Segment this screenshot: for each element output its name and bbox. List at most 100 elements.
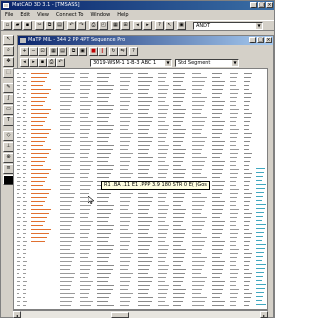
next-icon[interactable]: ▸ <box>29 58 38 67</box>
track-line <box>158 129 168 130</box>
doc-close-button[interactable]: × <box>265 37 272 43</box>
track-line <box>120 273 133 274</box>
track-line <box>23 241 27 242</box>
table-icon[interactable]: ▤ <box>58 47 67 56</box>
zoom-tool-icon[interactable]: ⌕ <box>3 46 14 56</box>
grid-toggle-icon[interactable]: ▦ <box>49 47 58 56</box>
track-line <box>138 73 148 74</box>
track-line <box>230 277 237 278</box>
close-button[interactable]: × <box>266 2 273 8</box>
prev-icon[interactable]: ◂ <box>20 58 29 67</box>
track-line <box>212 225 224 226</box>
track-line <box>158 153 167 154</box>
layer-select[interactable]: 3019-WSM-1 1-B-3 ABC 1 ▼ <box>90 59 172 67</box>
doc-help-icon[interactable]: ? <box>129 47 138 56</box>
pan-tool-icon[interactable]: ✥ <box>3 57 14 67</box>
paste-layer-icon[interactable]: ▣ <box>78 47 87 56</box>
forward-icon[interactable]: ▸ <box>143 21 152 30</box>
track-line <box>230 305 236 306</box>
flip-icon[interactable]: ⇋ <box>118 47 127 56</box>
doc-maximize-button[interactable]: □ <box>257 37 264 43</box>
track-line <box>158 97 166 98</box>
track-line <box>120 281 130 282</box>
track-line <box>244 205 249 206</box>
pause-icon[interactable]: ∥ <box>98 47 107 56</box>
maximize-button[interactable]: □ <box>258 2 265 8</box>
menu-view[interactable]: View <box>37 12 49 18</box>
paste-icon[interactable]: ▤ <box>55 21 64 30</box>
open-folder-icon[interactable]: ▰ <box>13 21 22 30</box>
track-line <box>158 297 166 298</box>
track-line <box>120 245 129 246</box>
save-icon[interactable]: ▪ <box>23 21 32 30</box>
scroll-left-icon[interactable]: ◂ <box>13 311 21 318</box>
track-line <box>80 293 89 294</box>
track-line <box>256 292 264 293</box>
track-line <box>120 129 128 130</box>
track-line <box>173 97 184 98</box>
chevron-down-icon[interactable]: ▼ <box>256 23 262 29</box>
pointer-icon[interactable]: ↖ <box>165 21 174 30</box>
preview-icon[interactable]: ◰ <box>99 21 108 30</box>
track-line <box>120 193 133 194</box>
track-line <box>158 289 168 290</box>
track-line <box>212 245 224 246</box>
toolbar-combo[interactable]: ANDT ▼ <box>193 22 263 30</box>
track-line <box>97 241 108 242</box>
cut-icon[interactable]: ✂ <box>35 21 44 30</box>
zoom-in-icon[interactable]: + <box>20 47 29 56</box>
chevron-down-icon[interactable]: ▼ <box>232 60 238 66</box>
track-line <box>17 217 21 218</box>
track-line <box>192 233 201 234</box>
back-icon[interactable]: ◂ <box>133 21 142 30</box>
stop-icon[interactable]: ■ <box>89 47 98 56</box>
copy-icon[interactable]: ⧉ <box>45 21 54 30</box>
new-file-icon[interactable]: ▫ <box>3 21 12 30</box>
view-icon[interactable]: ▣ <box>177 21 186 30</box>
copy-layer-icon[interactable]: ⧉ <box>69 47 78 56</box>
menu-window[interactable]: Window <box>90 12 110 18</box>
arrow-tool-icon[interactable]: ↖ <box>3 35 14 45</box>
track-line <box>97 209 113 210</box>
track-line <box>80 193 89 194</box>
menu-file[interactable]: File <box>5 12 13 18</box>
horizontal-scrollbar[interactable]: ◂ ▸ <box>13 310 268 318</box>
track-line <box>244 197 251 198</box>
track-line <box>212 297 220 298</box>
redo-icon[interactable]: ↷ <box>77 21 86 30</box>
scroll-right-icon[interactable]: ▸ <box>260 311 268 318</box>
chevron-down-icon[interactable]: ▼ <box>165 60 171 66</box>
menu-connect-to[interactable]: Connect To <box>56 12 84 18</box>
track-line <box>23 289 26 290</box>
minimize-button[interactable]: _ <box>250 2 257 8</box>
track-line <box>60 249 70 250</box>
doc-undo-icon[interactable]: ↶ <box>56 58 65 67</box>
zoom-fit-icon[interactable]: ⊡ <box>38 47 47 56</box>
track-line <box>230 93 238 94</box>
track-line <box>256 252 264 253</box>
scroll-thumb[interactable] <box>111 312 129 318</box>
rotate-icon[interactable]: ↻ <box>109 47 118 56</box>
track-line <box>17 225 20 226</box>
doc-minimize-button[interactable]: _ <box>249 37 256 43</box>
track-line <box>23 277 25 278</box>
track-line <box>60 169 70 170</box>
track-line <box>244 213 252 214</box>
track-line <box>120 101 130 102</box>
print-icon[interactable]: ⎙ <box>89 21 98 30</box>
track-line <box>31 225 43 226</box>
help-icon[interactable]: ? <box>155 21 164 30</box>
doc-save-icon[interactable]: ▪ <box>38 58 47 67</box>
doc-print-icon[interactable]: ⎙ <box>47 58 56 67</box>
zoom-out-icon[interactable]: − <box>29 47 38 56</box>
track-line <box>138 141 152 142</box>
mode-select[interactable]: Std Segment ▼ <box>175 59 239 67</box>
undo-icon[interactable]: ↶ <box>67 21 76 30</box>
menu-help[interactable]: Help <box>117 12 128 18</box>
track-line <box>256 224 266 225</box>
grid-icon[interactable]: ▦ <box>111 21 120 30</box>
track-line <box>80 153 89 154</box>
ruler-icon[interactable]: ⊞ <box>121 21 130 30</box>
menu-edit[interactable]: Edit <box>20 12 30 18</box>
track-line <box>17 81 20 82</box>
